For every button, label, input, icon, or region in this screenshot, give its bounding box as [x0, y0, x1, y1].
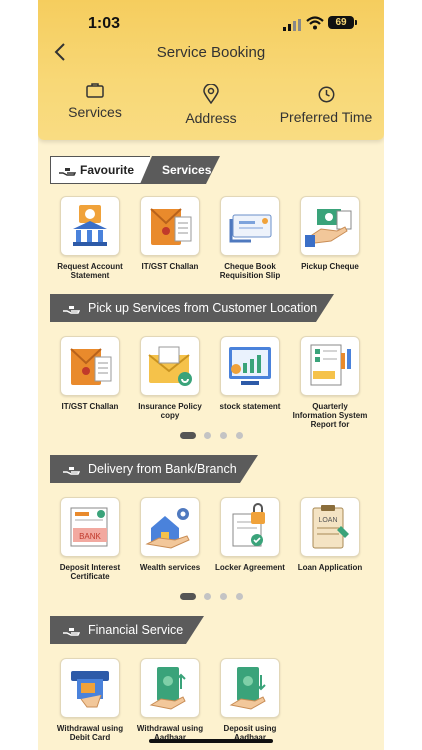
tile-label: Cheque Book Requisition Slip [219, 262, 281, 280]
tile-locker-agreement[interactable]: Locker Agreement [210, 497, 290, 572]
tile-withdrawal-debit-card[interactable]: Withdrawal using Debit Card [50, 658, 130, 742]
cash-up-icon [149, 667, 186, 710]
tile-label: Pickup Cheque [301, 262, 359, 271]
cash-down-icon [229, 667, 266, 710]
loan-clipboard-icon: LOAN [312, 505, 349, 549]
tile-quarterly-information[interactable]: Quarterly Information System Report for [290, 336, 370, 429]
delivery-banner: Delivery from Bank/Branch [50, 455, 258, 483]
hand-cheque-icon [305, 209, 352, 247]
header: 1:03 69 Service Booking Services Address… [38, 0, 384, 140]
tile-it-gst-challan-pickup[interactable]: IT/GST Challan [50, 336, 130, 411]
tile-label: Deposit Interest Certificate [59, 563, 121, 581]
svg-text:BANK: BANK [79, 532, 101, 541]
tile-label: Insurance Policy copy [138, 402, 202, 420]
hand-service-icon [59, 168, 76, 176]
hand-service-icon [63, 467, 80, 475]
tile-label: Locker Agreement [215, 563, 285, 572]
page-dot[interactable] [220, 432, 227, 439]
page-dot[interactable] [236, 593, 243, 600]
app-screen: 1:03 69 Service Booking Services Address… [38, 0, 384, 750]
bank-statement-icon [73, 205, 107, 246]
certificate-icon: BANK [70, 507, 108, 547]
pickup-title: Pick up Services from Customer Location [88, 301, 318, 315]
tile-deposit-aadhaar[interactable]: Deposit using Aadhaar [210, 658, 290, 742]
wifi-icon [306, 16, 324, 30]
page-dot-active[interactable] [180, 593, 196, 600]
status-time: 1:03 [88, 15, 121, 32]
financial-title: Financial Service [88, 623, 184, 637]
hand-service-icon [63, 628, 80, 636]
tile-label: Loan Application [297, 563, 363, 572]
tile-wealth-services[interactable]: Wealth services [130, 497, 210, 572]
svg-text:LOAN: LOAN [318, 517, 337, 524]
favourite-services-banner: Favourite Services [50, 156, 220, 184]
tile-pickup-cheque[interactable]: Pickup Cheque [290, 196, 370, 271]
home-indicator[interactable] [149, 739, 273, 743]
atm-card-icon [71, 671, 109, 708]
stock-report-icon [229, 347, 271, 385]
wealth-house-icon [145, 508, 190, 549]
tab-services[interactable]: Services [60, 82, 130, 120]
services-label: Services [162, 163, 212, 177]
page-dot-active[interactable] [180, 432, 196, 439]
delivery-title: Delivery from Bank/Branch [88, 462, 237, 476]
page-title: Service Booking [156, 44, 266, 61]
clock-icon [318, 86, 334, 103]
tile-withdrawal-aadhaar[interactable]: Withdrawal using Aadhaar [130, 658, 210, 742]
page-dot[interactable] [220, 593, 227, 600]
tab-preferred-time-label: Preferred Time [279, 109, 373, 125]
tile-insurance-policy[interactable]: Insurance Policy copy [130, 336, 210, 420]
hand-service-icon [63, 306, 80, 314]
locker-agreement-icon [232, 503, 265, 547]
tile-label: Wealth services [139, 563, 201, 572]
cheque-book-icon [229, 214, 272, 243]
tile-label: IT/GST Challan [141, 262, 199, 271]
signal-icon [283, 19, 301, 31]
delivery-pager[interactable] [180, 593, 250, 601]
financial-service-banner: Financial Service [50, 616, 204, 644]
tile-label: stock statement [219, 402, 281, 411]
status-bar: 1:03 69 [38, 0, 384, 40]
tile-it-gst-challan[interactable]: IT/GST Challan [130, 196, 210, 271]
tab-address-label: Address [185, 110, 237, 126]
tile-label: Withdrawal using Debit Card [56, 724, 124, 742]
location-pin-icon [203, 84, 219, 104]
tile-loan-application[interactable]: LOAN Loan Application [290, 497, 370, 572]
tile-request-account-statement[interactable]: Request Account Statement [50, 196, 130, 280]
tile-label: Quarterly Information System Report for [292, 402, 368, 429]
pickup-services-banner: Pick up Services from Customer Location [50, 294, 334, 322]
challan-envelope-icon [70, 348, 112, 385]
tile-deposit-interest-certificate[interactable]: BANK Deposit Interest Certificate [50, 497, 130, 581]
briefcase-icon [86, 83, 104, 98]
tab-address[interactable]: Address [176, 84, 246, 126]
page-dot[interactable] [204, 432, 211, 439]
tile-label: IT/GST Challan [61, 402, 119, 411]
page-dot[interactable] [204, 593, 211, 600]
battery-indicator: 69 [328, 16, 357, 29]
tile-cheque-book-requisition[interactable]: Cheque Book Requisition Slip [210, 196, 290, 280]
page-dot[interactable] [236, 432, 243, 439]
tile-label: Request Account Statement [57, 262, 123, 280]
tab-preferred-time[interactable]: Preferred Time [276, 86, 376, 125]
challan-envelope-icon [150, 208, 192, 245]
pickup-pager[interactable] [180, 432, 250, 440]
tab-services-label: Services [68, 104, 122, 120]
audit-report-icon [310, 344, 351, 386]
favourite-label: Favourite [80, 163, 135, 177]
tile-stock-statement[interactable]: stock statement [210, 336, 290, 411]
insurance-envelope-icon [148, 346, 192, 386]
